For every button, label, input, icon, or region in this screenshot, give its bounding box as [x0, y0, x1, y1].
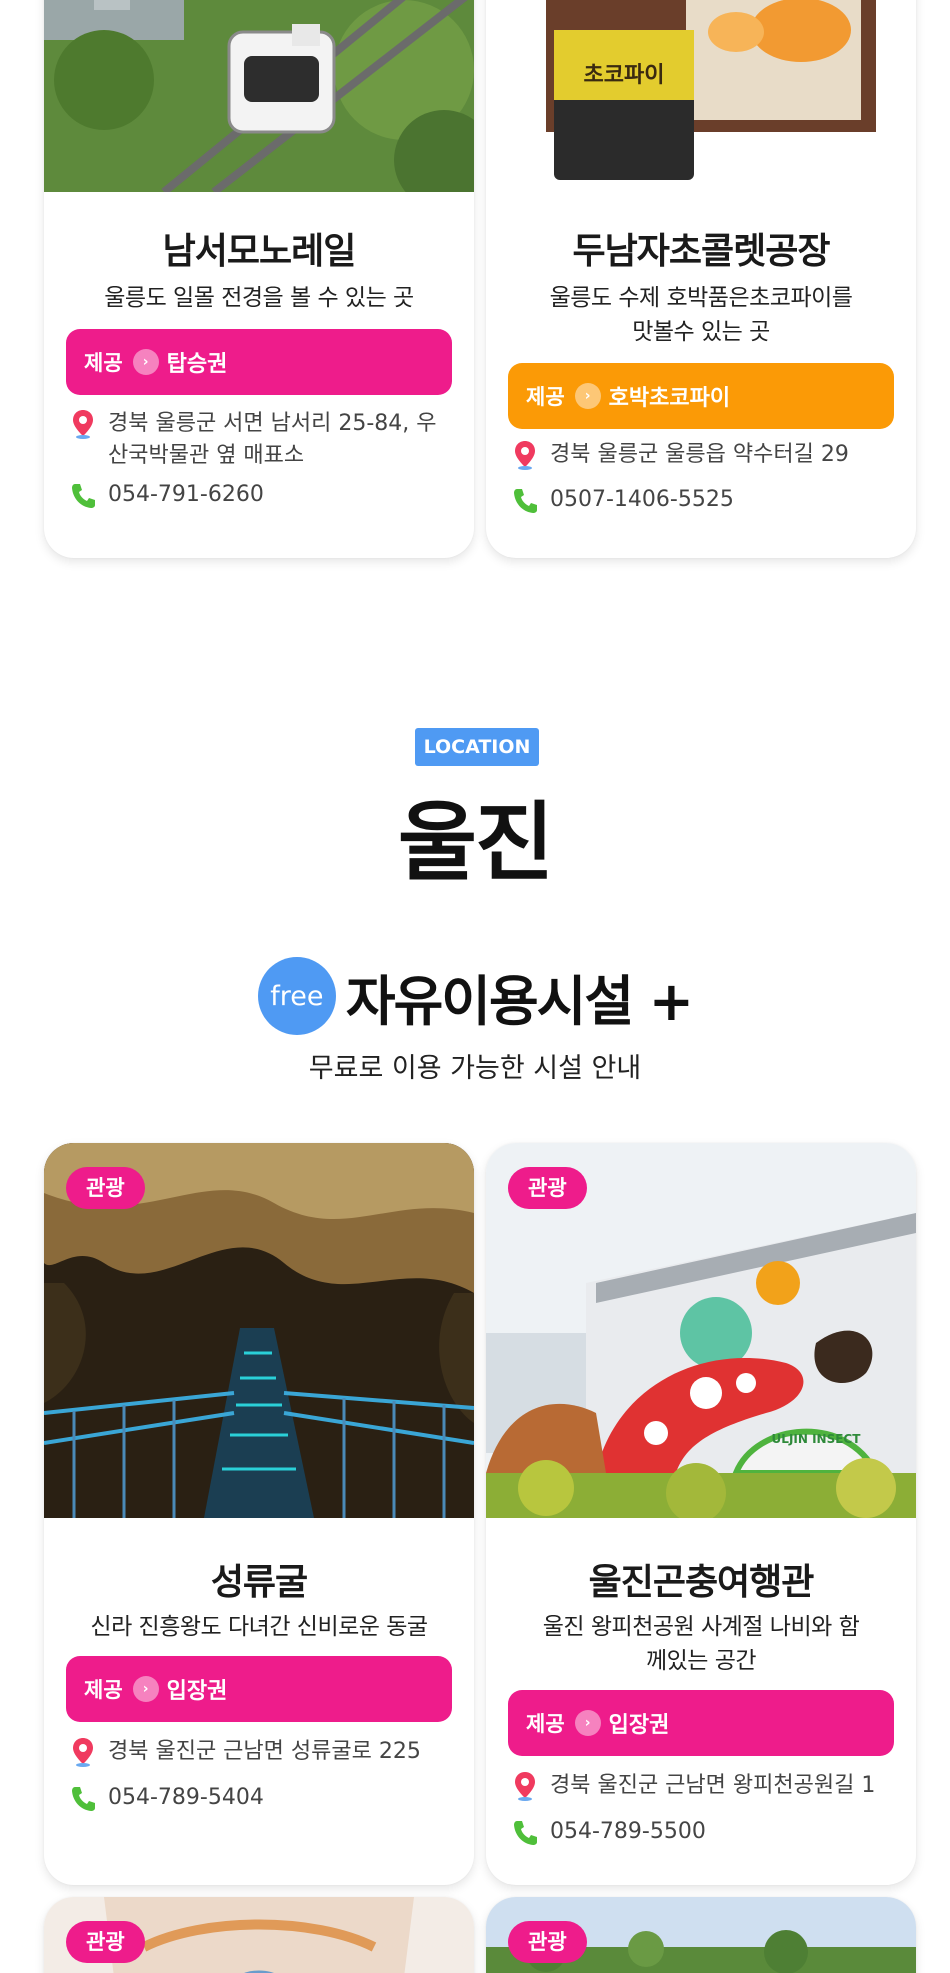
offer-banner[interactable]: 제공 › 호박초코파이 — [508, 363, 894, 429]
facility-card-chocolate[interactable]: 초코파이 두남자초콜렛공장 울릉도 수제 호박품은초코파이를 맛볼수 있는 곳 … — [486, 0, 916, 558]
offer-label: 제공 — [84, 1678, 123, 1702]
chevron-right-icon: › — [132, 1676, 159, 1702]
location-badge: LOCATION — [415, 728, 539, 766]
offer-item: 호박초코파이 — [608, 386, 731, 411]
monorail-photo — [44, 0, 474, 192]
free-facility-heading: free 자유이용시설 + — [0, 956, 950, 1036]
offer-banner[interactable]: 제공 › 입장권 — [508, 1690, 894, 1756]
phone-row[interactable]: 054-789-5404 — [68, 1782, 456, 1814]
offer-item: 입장권 — [166, 1679, 228, 1704]
phone-icon — [510, 484, 540, 516]
facility-card-cave[interactable]: 관광 성류굴 신라 진흥왕도 다녀간 신비로운 동굴 제공 › 입장권 경북 울… — [44, 1143, 474, 1885]
category-tag: 관광 — [508, 1921, 587, 1963]
phone-text: 0507-1406-5525 — [550, 487, 734, 512]
offer-label: 제공 — [526, 1712, 565, 1736]
address-row: 경북 울릉군 서면 남서리 25-84, 우산국박물관 옆 매표소 — [68, 408, 456, 472]
product-label: 초코파이 — [584, 63, 665, 88]
address-row: 경북 울진군 근남면 왕피천공원길 1 — [510, 1770, 898, 1802]
location-pin-icon — [510, 439, 540, 471]
chevron-right-icon: › — [574, 383, 601, 409]
category-tag: 관광 — [66, 1167, 145, 1209]
card-title: 남서모노레일 — [162, 231, 357, 272]
free-badge: free — [257, 957, 336, 1035]
chocopie-photo: 초코파이 — [486, 0, 916, 192]
facility-card-partial-left[interactable]: 관광 — [44, 1897, 474, 1973]
card-title: 성류굴 — [210, 1562, 308, 1603]
address-text: 경북 울진군 근남면 왕피천공원길 1 — [550, 1773, 876, 1798]
category-tag: 관광 — [508, 1167, 587, 1209]
phone-text: 054-789-5500 — [550, 1819, 706, 1844]
card-description: 울릉도 수제 호박품은초코파이를 맛볼수 있는 곳 — [549, 285, 853, 345]
chevron-right-icon: › — [132, 349, 159, 375]
offer-item: 입장권 — [608, 1713, 670, 1738]
offer-item: 탑승권 — [166, 352, 228, 377]
phone-row[interactable]: 054-789-5500 — [510, 1816, 898, 1848]
location-pin-icon — [68, 1736, 98, 1768]
category-tag: 관광 — [66, 1921, 145, 1963]
facility-card-partial-right[interactable]: 관광 — [486, 1897, 916, 1973]
phone-text: 054-791-6260 — [108, 482, 264, 507]
location-pin-icon — [68, 408, 98, 440]
phone-text: 054-789-5404 — [108, 1785, 264, 1810]
facility-card-insect-museum[interactable]: ULJIN INSECT 관광 울진곤충여행관 울진 왕피천공원 사계절 나비와… — [486, 1143, 916, 1885]
phone-row[interactable]: 0507-1406-5525 — [510, 484, 898, 516]
offer-banner[interactable]: 제공 › 입장권 — [66, 1656, 452, 1722]
offer-label: 제공 — [84, 351, 123, 375]
phone-icon — [68, 1782, 98, 1814]
phone-icon — [510, 1816, 540, 1848]
location-pin-icon — [510, 1770, 540, 1802]
card-title: 울진곤충여행관 — [588, 1562, 815, 1603]
facility-card-monorail[interactable]: 남서모노레일 울릉도 일몰 전경을 볼 수 있는 곳 제공 › 탑승권 경북 울… — [44, 0, 474, 558]
address-row: 경북 울진군 근남면 성류굴로 225 — [68, 1736, 456, 1768]
phone-icon — [68, 479, 98, 511]
card-description: 신라 진흥왕도 다녀간 신비로운 동굴 — [90, 1614, 428, 1640]
location-title: 울진 — [397, 793, 554, 893]
card-description: 울진 왕피천공원 사계절 나비와 함께있는 공간 — [542, 1614, 860, 1674]
card-description: 울릉도 일몰 전경을 볼 수 있는 곳 — [104, 285, 414, 311]
section-subheading: 무료로 이용 가능한 시설 안내 — [308, 1053, 642, 1084]
phone-row[interactable]: 054-791-6260 — [68, 479, 456, 511]
chevron-right-icon: › — [574, 1710, 601, 1736]
sign-text: ULJIN INSECT — [772, 1432, 862, 1446]
offer-banner[interactable]: 제공 › 탑승권 — [66, 329, 452, 395]
address-text: 경북 울릉군 서면 남서리 25-84, 우산국박물관 옆 매표소 — [108, 411, 437, 468]
card-title: 두남자초콜렛공장 — [572, 231, 831, 272]
section-heading: 자유이용시설 + — [345, 969, 694, 1033]
offer-label: 제공 — [526, 385, 565, 409]
address-row: 경북 울릉군 울릉읍 약수터길 29 — [510, 439, 898, 471]
address-text: 경북 울릉군 울릉읍 약수터길 29 — [550, 442, 849, 467]
address-text: 경북 울진군 근남면 성류굴로 225 — [108, 1739, 421, 1764]
